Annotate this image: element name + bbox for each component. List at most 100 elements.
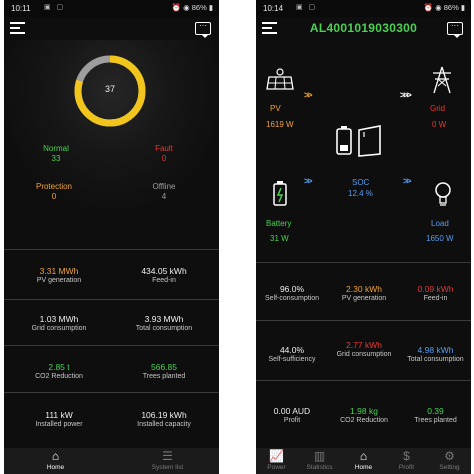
alarm-icon: ⏰: [423, 3, 434, 12]
metric-self-sufficiency: 44.0% Self-sufficiency: [256, 345, 328, 365]
metric-label: CO2 Reduction: [35, 373, 83, 380]
metric-value: 111 kW: [45, 410, 73, 420]
battery-value: 31 W: [270, 234, 289, 243]
inverter-battery-icon: [336, 125, 381, 157]
wifi-icon: ◉: [435, 3, 442, 12]
alarm-icon: ⏰: [171, 3, 182, 12]
battery-percent: 86%: [443, 3, 459, 12]
state-normal-label: Normal: [43, 144, 69, 153]
divider: [256, 320, 471, 321]
metric-label: CO2 Reduction: [340, 417, 388, 424]
state-offline: Offline 4: [134, 182, 194, 202]
divider: [4, 392, 219, 393]
metric-self-consumption: 96.0% Self-consumption: [256, 284, 328, 304]
metric-total-consumption: 3.93 MWh Total consumption: [114, 314, 214, 334]
battery-label: Battery: [266, 219, 292, 228]
divider: [256, 380, 471, 381]
state-offline-label: Offline: [152, 182, 176, 191]
metric-value: 3.31 MWh: [39, 266, 79, 276]
nav-home[interactable]: ⌂ Home: [342, 448, 385, 474]
load-value: 1650 W: [426, 234, 454, 243]
profit-icon: $: [403, 449, 410, 463]
device-count: 37: [104, 84, 115, 94]
grid-label: Grid: [430, 104, 446, 113]
nav-profit[interactable]: $ Profit: [385, 448, 428, 474]
phone-screen-system-overview: 10:11 ▣ ▢ ⏰ ◉ 86% ▮ ··· 37 Normal 33 Fau…: [4, 0, 219, 474]
nav-system-list[interactable]: ☰ System list: [146, 448, 189, 474]
wifi-icon: ◉: [183, 3, 190, 12]
nav-statistics-label: Statistics: [306, 464, 333, 471]
device-id-title: AL4001019030300: [309, 21, 418, 35]
metric-feed-in: 434.05 kWh Feed-in: [114, 266, 214, 286]
metric-feed-in: 0.09 kWh Feed-in: [400, 284, 471, 304]
metric-label: Self-sufficiency: [268, 356, 316, 363]
nav-system-list-label: System list: [151, 464, 184, 471]
state-fault-label: Fault: [155, 144, 173, 153]
metric-label: Profit: [283, 417, 301, 424]
load-label: Load: [431, 219, 449, 228]
metric-value: 2.85 t: [48, 362, 70, 372]
divider: [4, 345, 219, 346]
status-bar: 10:11 ▣ ▢ ⏰ ◉ 86% ▮: [4, 0, 219, 17]
metric-label: Installed capacity: [137, 421, 191, 428]
metric-value: 1.03 MWh: [39, 314, 79, 324]
power-chart-icon: 📈: [269, 449, 284, 463]
state-normal: Normal 33: [26, 144, 86, 164]
status-right: ⏰ ◉ 86% ▮: [424, 3, 465, 12]
top-bar: ···: [4, 17, 219, 41]
gear-icon: ⚙: [444, 449, 455, 463]
grid-flow-arrow: >>>: [400, 90, 412, 100]
metric-value: 4.98 kWh: [417, 345, 454, 355]
metric-grid-consumption: 2.77 kWh Grid consumption: [328, 340, 400, 360]
list-icon: ☰: [162, 449, 173, 463]
state-fault-value: 0: [161, 154, 167, 163]
pv-value: 1619 W: [266, 120, 294, 129]
metric-trees-planted: 566.85 Trees planted: [114, 362, 214, 382]
metric-label: Total consumption: [407, 356, 464, 363]
load-flow-arrow: >>: [403, 176, 411, 186]
metric-label: Grid consumption: [336, 351, 392, 358]
status-time: 10:14: [263, 4, 284, 13]
bottom-nav: 📈 Power ▥ Statistics ⌂ Home $ Profit ⚙ S…: [256, 448, 471, 474]
metric-co2-reduction: 2.85 t CO2 Reduction: [9, 362, 109, 382]
metric-value: 0.00 AUD: [273, 406, 311, 416]
metric-value: 2.77 kWh: [346, 340, 382, 350]
top-bar: AL4001019030300 ···: [256, 17, 471, 41]
metric-label: Total consumption: [135, 325, 193, 332]
state-protection-label: Protection: [35, 182, 73, 191]
metric-grid-consumption: 1.03 MWh Grid consumption: [9, 314, 109, 334]
state-protection-value: 0: [51, 192, 57, 201]
metric-installed-capacity: 106.19 kWh Installed capacity: [114, 410, 214, 430]
metric-pv-generation: 2.30 kWh PV generation: [328, 284, 400, 304]
metric-label: Self-consumption: [264, 295, 320, 302]
metric-label: Installed power: [35, 421, 83, 428]
metric-value: 566.85: [151, 362, 177, 372]
nav-profit-label: Profit: [398, 464, 415, 471]
metric-installed-power: 111 kW Installed power: [9, 410, 109, 430]
nav-setting[interactable]: ⚙ Setting: [428, 448, 471, 474]
metric-value: 0.09 kWh: [417, 284, 454, 294]
battery-flow-arrow: >>: [304, 176, 312, 186]
nav-statistics[interactable]: ▥ Statistics: [298, 448, 341, 474]
pv-flow-arrow: >>: [304, 90, 312, 100]
metric-value: 3.93 MWh: [144, 314, 184, 324]
metric-co2-reduction: 1.98 kg CO2 Reduction: [328, 406, 400, 426]
nav-power[interactable]: 📈 Power: [256, 448, 298, 474]
metric-value: 434.05 kWh: [141, 266, 187, 276]
nav-power-label: Power: [267, 464, 286, 471]
notification-icons: ▣ ▢: [296, 4, 318, 11]
metric-value: 0.39: [427, 406, 444, 416]
statistics-icon: ▥: [313, 449, 326, 463]
home-icon: ⌂: [51, 449, 60, 463]
metric-trees-planted: 0.39 Trees planted: [400, 406, 471, 426]
battery-storage-icon: [273, 181, 287, 206]
nav-home[interactable]: ⌂ Home: [34, 448, 77, 474]
battery-percent: 86%: [191, 3, 207, 12]
message-icon[interactable]: ···: [447, 22, 463, 38]
divider: [4, 249, 219, 250]
menu-icon[interactable]: [10, 22, 25, 34]
message-icon[interactable]: ···: [195, 22, 211, 38]
metric-total-consumption: 4.98 kWh Total consumption: [400, 345, 471, 365]
bottom-nav: ⌂ Home ☰ System list: [4, 448, 219, 474]
divider: [256, 262, 471, 263]
